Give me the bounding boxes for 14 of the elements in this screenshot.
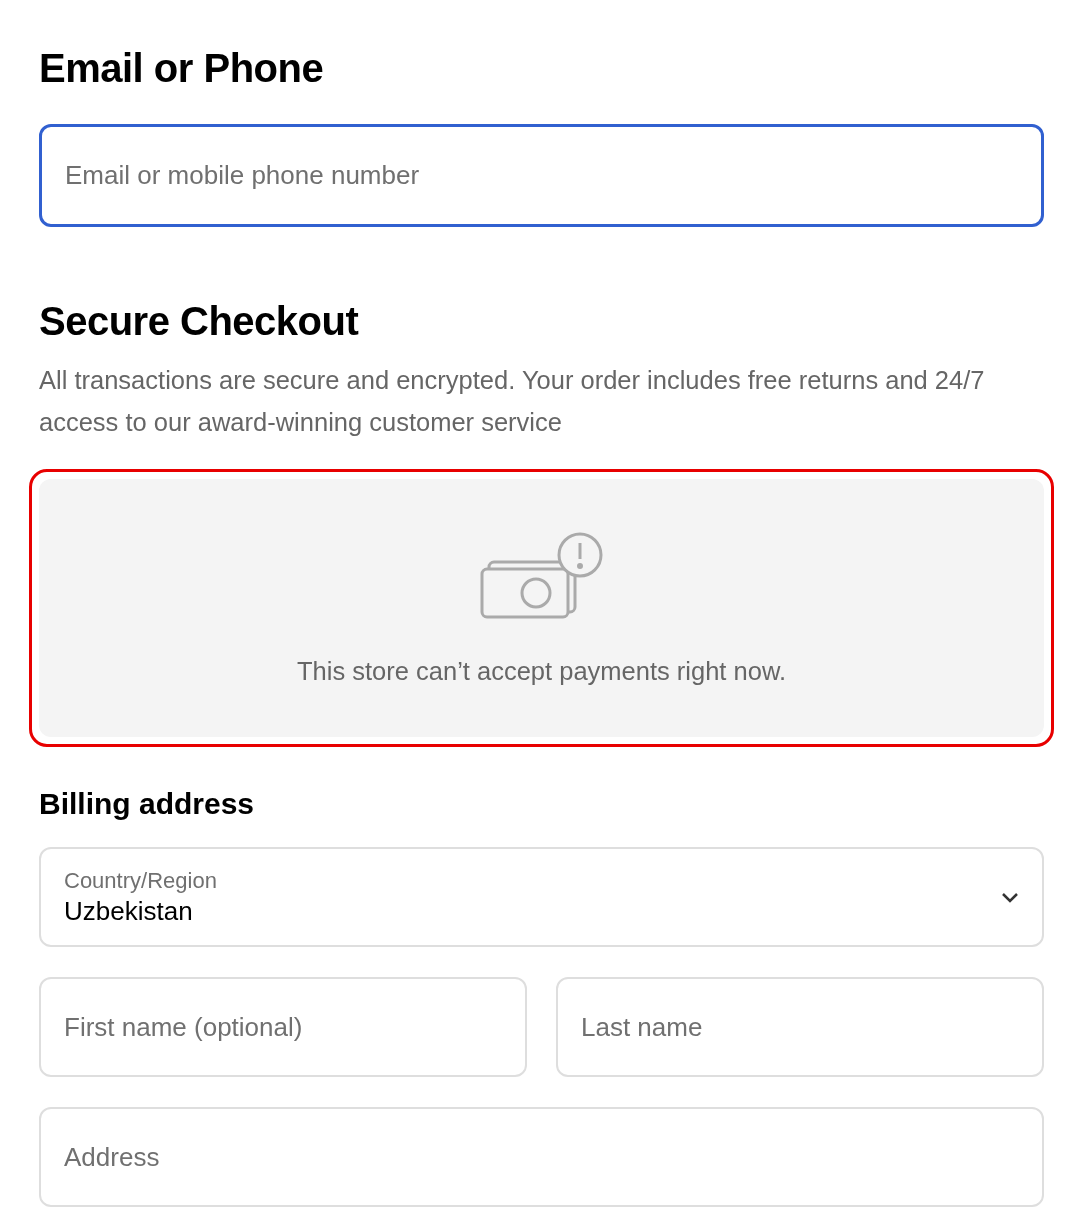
- notice-text: This store can’t accept payments right now.: [297, 656, 786, 686]
- text-field[interactable]: Last name: [556, 977, 1044, 1077]
- section-heading: Secure Checkout: [39, 298, 360, 345]
- section-heading: Billing address: [39, 787, 256, 821]
- chevron-down-icon: [1001, 891, 1019, 903]
- select-label: Country/Region: [64, 867, 217, 894]
- description-text: All transactions are secure and encrypted. Your order includes free returns and 24/7 access to our award-winning customer service: [39, 365, 986, 438]
- select-value: Uzbekistan: [64, 895, 194, 927]
- email-field[interactable]: Email or mobile phone number: [39, 124, 1044, 227]
- text-field[interactable]: First name (optional): [39, 977, 527, 1077]
- bills-warning-icon: [478, 530, 605, 621]
- section-heading: Email or Phone: [39, 45, 325, 92]
- text-field[interactable]: Address: [39, 1107, 1044, 1207]
- country-select[interactable]: Country/Region Uzbekistan: [39, 847, 1044, 947]
